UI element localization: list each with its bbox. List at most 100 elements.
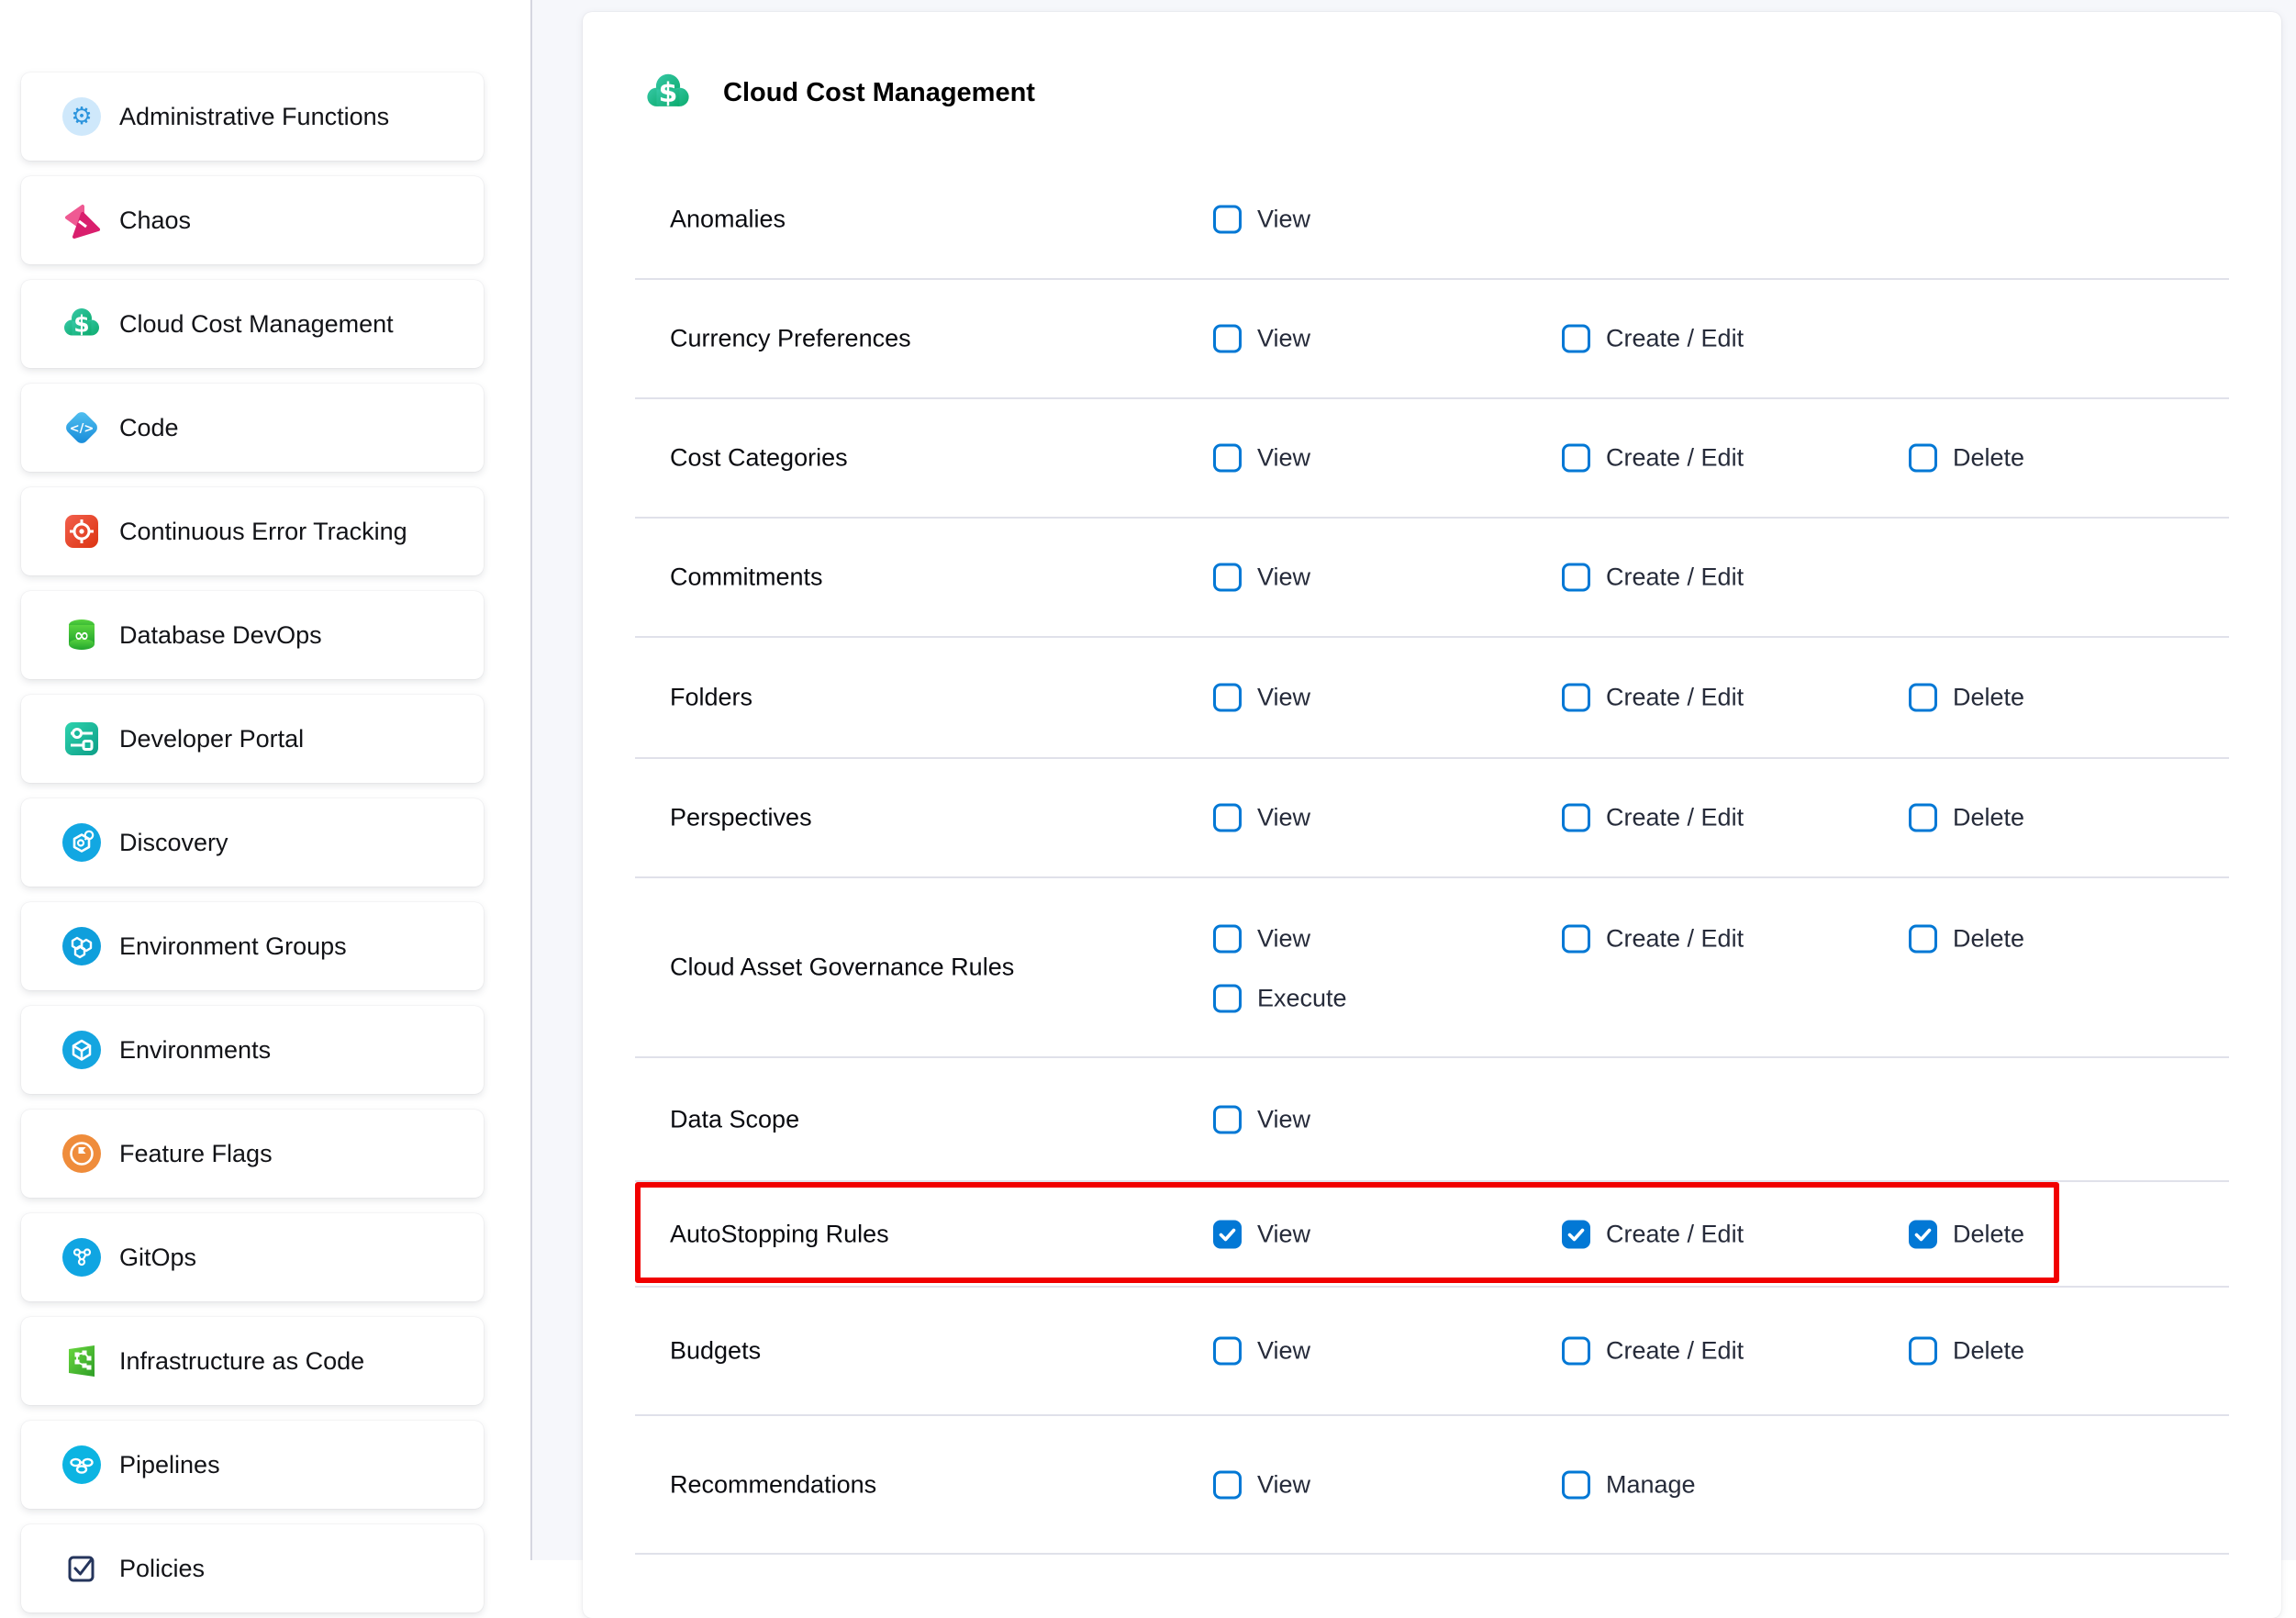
sidebar-item-feature-flags[interactable]: Feature Flags: [21, 1110, 484, 1198]
cost-categories-delete-checkbox[interactable]: [1909, 444, 1937, 473]
permission-cloud-asset-governance-rules-execute: Execute: [1213, 985, 1347, 1013]
autostopping-rules-view-checkbox[interactable]: [1213, 1220, 1242, 1248]
sidebar-item-pipelines[interactable]: Pipelines: [21, 1421, 484, 1509]
permission-folders-delete: Delete: [1909, 684, 2024, 712]
cloud-dollar-icon: $: [62, 305, 101, 343]
permission-cost-categories-delete: Delete: [1909, 444, 2024, 473]
permission-label: Delete: [1953, 804, 2024, 832]
cloud-asset-governance-rules-view-checkbox[interactable]: [1213, 925, 1242, 954]
sidebar-item-label: Chaos: [119, 206, 191, 235]
permission-budgets-create-edit: Create / Edit: [1562, 1337, 1744, 1366]
git-branch-icon: [62, 1238, 101, 1277]
content-background: $ Cloud Cost Management Anomalies View Cur…: [532, 0, 2296, 1560]
permission-row-anomalies: Anomalies View: [635, 161, 2229, 280]
sidebar-item-environment-groups[interactable]: Environment Groups: [21, 902, 484, 990]
cube-icon: [62, 1031, 101, 1069]
permission-label: Create / Edit: [1606, 1220, 1744, 1248]
permission-label: Create / Edit: [1606, 564, 1744, 592]
sidebar-item-database-devops[interactable]: ∞Database DevOps: [21, 591, 484, 679]
sidebar-item-discovery[interactable]: Discovery: [21, 798, 484, 887]
permission-data-scope-view: View: [1213, 1105, 1310, 1133]
row-label: Recommendations: [670, 1470, 876, 1499]
recommendations-manage-checkbox[interactable]: [1562, 1470, 1590, 1499]
commitments-create-edit-checkbox[interactable]: [1562, 564, 1590, 592]
permission-label: View: [1257, 1470, 1310, 1499]
perspectives-delete-checkbox[interactable]: [1909, 804, 1937, 832]
folders-view-checkbox[interactable]: [1213, 684, 1242, 712]
sidebar-item-infrastructure-as-code[interactable]: Infrastructure as Code: [21, 1317, 484, 1405]
row-label: Commitments: [670, 564, 823, 592]
permission-label: Create / Edit: [1606, 804, 1744, 832]
sidebar-item-label: GitOps: [119, 1244, 196, 1272]
permission-row-currency-preferences: Currency PreferencesViewCreate / Edit: [635, 280, 2229, 399]
permission-currency-preferences-create-edit: Create / Edit: [1562, 325, 1744, 353]
cost-categories-create-edit-checkbox[interactable]: [1562, 444, 1590, 473]
currency-preferences-create-edit-checkbox[interactable]: [1562, 325, 1590, 353]
cloud-asset-governance-rules-delete-checkbox[interactable]: [1909, 925, 1937, 954]
row-label: Anomalies: [670, 206, 786, 234]
folders-delete-checkbox[interactable]: [1909, 684, 1937, 712]
permission-folders-create-edit: Create / Edit: [1562, 684, 1744, 712]
permission-cloud-asset-governance-rules-view: View: [1213, 925, 1310, 954]
sidebar-item-environments[interactable]: Environments: [21, 1006, 484, 1094]
sidebar-item-cloud-cost-management[interactable]: $Cloud Cost Management: [21, 280, 484, 368]
autostopping-rules-create-edit-checkbox[interactable]: [1562, 1220, 1590, 1248]
gear-icon: ⚙: [62, 97, 101, 136]
panel-title: Cloud Cost Management: [723, 78, 1035, 108]
recommendations-view-checkbox[interactable]: [1213, 1470, 1242, 1499]
permission-anomalies-view: View: [1213, 206, 1310, 234]
sidebar-item-label: Database DevOps: [119, 621, 322, 650]
sidebar-item-policies[interactable]: Policies: [21, 1524, 484, 1612]
permission-label: Delete: [1953, 1220, 2024, 1248]
sidebar-item-label: Code: [119, 414, 179, 442]
data-scope-view-checkbox[interactable]: [1213, 1105, 1242, 1133]
perspectives-view-checkbox[interactable]: [1213, 804, 1242, 832]
row-label: Currency Preferences: [670, 325, 911, 353]
permission-perspectives-create-edit: Create / Edit: [1562, 804, 1744, 832]
permission-cloud-asset-governance-rules-delete: Delete: [1909, 925, 2024, 954]
row-label: Perspectives: [670, 804, 812, 832]
cost-categories-view-checkbox[interactable]: [1213, 444, 1242, 473]
code-icon: </>: [62, 408, 101, 447]
sidebar-item-label: Policies: [119, 1555, 205, 1583]
commitments-view-checkbox[interactable]: [1213, 564, 1242, 592]
svg-text:</>: </>: [70, 422, 95, 436]
perspectives-create-edit-checkbox[interactable]: [1562, 804, 1590, 832]
permission-cost-categories-create-edit: Create / Edit: [1562, 444, 1744, 473]
folders-create-edit-checkbox[interactable]: [1562, 684, 1590, 712]
sidebar-item-continuous-error-tracking[interactable]: Continuous Error Tracking: [21, 487, 484, 575]
permission-label: Execute: [1257, 985, 1347, 1013]
anomalies-view-checkbox[interactable]: [1213, 206, 1242, 234]
sidebar-item-label: Environments: [119, 1036, 271, 1065]
budgets-create-edit-checkbox[interactable]: [1562, 1337, 1590, 1366]
target-icon: [62, 512, 101, 551]
row-label: Cloud Asset Governance Rules: [670, 954, 1014, 982]
row-label: Budgets: [670, 1337, 761, 1366]
permission-label: View: [1257, 206, 1310, 234]
sidebar-item-administrative-functions[interactable]: ⚙Administrative Functions: [21, 73, 484, 161]
permission-autostopping-rules-delete: Delete: [1909, 1220, 2024, 1248]
permissions-panel: $ Cloud Cost Management Anomalies View Cur…: [583, 12, 2281, 1618]
sidebar-item-code[interactable]: </> Code: [21, 384, 484, 472]
sidebar-item-gitops[interactable]: GitOps: [21, 1213, 484, 1301]
cloud-dollar-icon: $: [645, 70, 691, 116]
sidebar-item-chaos[interactable]: Chaos: [21, 176, 484, 264]
sidebar-item-developer-portal[interactable]: Developer Portal: [21, 695, 484, 783]
permission-row-autostopping-rules: AutoStopping RulesViewCreate / EditDelet…: [635, 1182, 2229, 1288]
budgets-delete-checkbox[interactable]: [1909, 1337, 1937, 1366]
autostopping-rules-delete-checkbox[interactable]: [1909, 1220, 1937, 1248]
permission-label: Create / Edit: [1606, 1337, 1744, 1366]
sidebar-item-label: Feature Flags: [119, 1140, 273, 1168]
sidebar-item-label: Environment Groups: [119, 932, 347, 961]
cloud-asset-governance-rules-create-edit-checkbox[interactable]: [1562, 925, 1590, 954]
permission-label: Delete: [1953, 684, 2024, 712]
sidebar-item-label: Pipelines: [119, 1451, 220, 1479]
budgets-view-checkbox[interactable]: [1213, 1337, 1242, 1366]
permission-row-commitments: CommitmentsViewCreate / Edit: [635, 519, 2229, 638]
permission-row-data-scope: Data Scope View: [635, 1058, 2229, 1182]
cloud-asset-governance-rules-execute-checkbox[interactable]: [1213, 985, 1242, 1013]
permission-recommendations-manage: Manage: [1562, 1470, 1696, 1499]
permission-budgets-delete: Delete: [1909, 1337, 2024, 1366]
currency-preferences-view-checkbox[interactable]: [1213, 325, 1242, 353]
row-label: Data Scope: [670, 1105, 799, 1133]
